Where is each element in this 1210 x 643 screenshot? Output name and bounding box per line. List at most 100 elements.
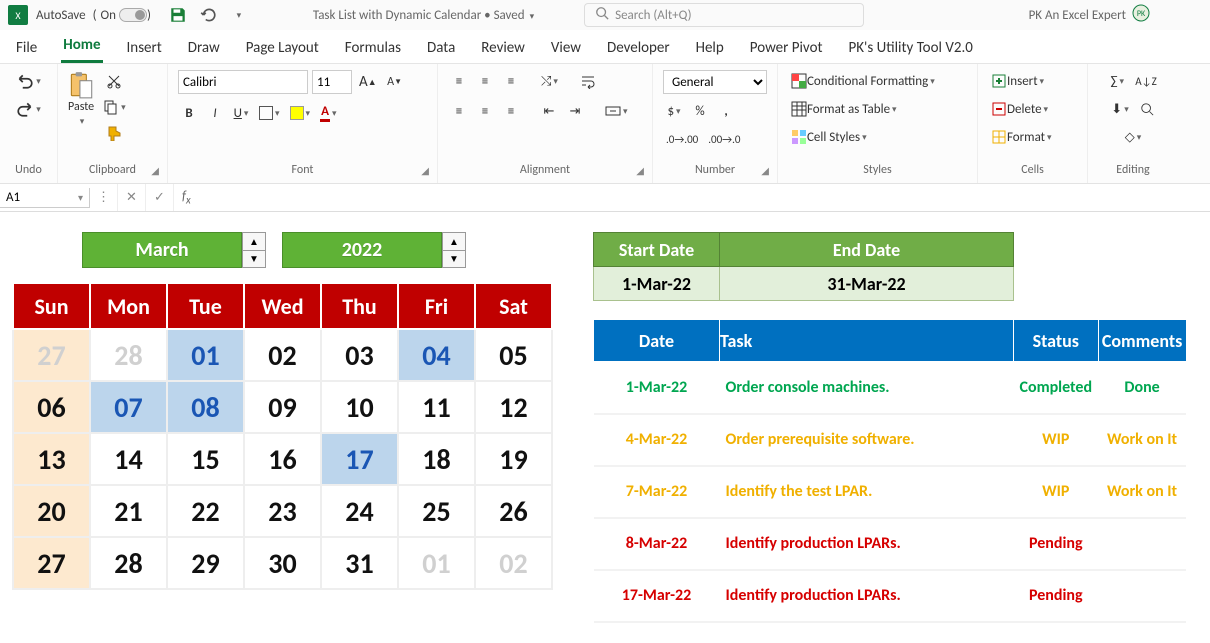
- save-icon[interactable]: [169, 6, 187, 24]
- format-as-table-button[interactable]: Format as Table: [788, 98, 900, 120]
- tab-formulas[interactable]: Formulas: [343, 33, 403, 63]
- find-select-button[interactable]: [1136, 98, 1158, 120]
- calendar-cell[interactable]: 22: [167, 485, 244, 537]
- tab-home[interactable]: Home: [61, 30, 102, 63]
- document-title[interactable]: Task List with Dynamic Calendar • Saved: [313, 8, 534, 23]
- font-size-select[interactable]: [312, 70, 352, 94]
- table-row[interactable]: 8-Mar-22Identify production LPARs.Pendin…: [594, 518, 1187, 570]
- calendar-cell[interactable]: 17: [321, 433, 398, 485]
- table-row[interactable]: 4-Mar-22Order prerequisite software.WIPW…: [594, 414, 1187, 466]
- tab-view[interactable]: View: [549, 33, 583, 63]
- sort-filter-button[interactable]: A↓Z: [1132, 70, 1159, 92]
- align-top-button[interactable]: ≡: [448, 70, 470, 92]
- task-cell[interactable]: Order console machines.: [720, 362, 1014, 414]
- calendar-cell[interactable]: 24: [321, 485, 398, 537]
- undo-button[interactable]: [13, 70, 44, 92]
- calendar-cell[interactable]: 02: [475, 537, 552, 589]
- formula-bar-buttons[interactable]: ⋮: [90, 184, 118, 211]
- calendar-cell[interactable]: 27: [13, 329, 90, 381]
- fill-button[interactable]: ⬇: [1108, 98, 1131, 120]
- enter-icon[interactable]: ✓: [146, 184, 174, 211]
- align-right-button[interactable]: ≡: [500, 100, 522, 122]
- calendar-cell[interactable]: 15: [167, 433, 244, 485]
- calendar-grid[interactable]: SunMonTueWedThuFriSat2728010203040506070…: [12, 282, 553, 590]
- task-cell[interactable]: WIP: [1014, 466, 1099, 518]
- increase-indent-button[interactable]: ⇥: [564, 100, 586, 122]
- tab-developer[interactable]: Developer: [605, 33, 672, 63]
- tab-draw[interactable]: Draw: [186, 33, 222, 63]
- task-cell[interactable]: 7-Mar-22: [594, 466, 720, 518]
- calendar-cell[interactable]: 26: [475, 485, 552, 537]
- tab-pk-s-utility-tool-v2-0[interactable]: PK's Utility Tool V2.0: [847, 33, 975, 63]
- date-range-table[interactable]: Start DateEnd Date 1-Mar-2231-Mar-22: [593, 232, 1014, 301]
- merge-center-button[interactable]: [602, 100, 631, 122]
- calendar-cell[interactable]: 23: [244, 485, 321, 537]
- task-cell[interactable]: 8-Mar-22: [594, 518, 720, 570]
- align-left-button[interactable]: ≡: [448, 100, 470, 122]
- task-table[interactable]: DateTaskStatusComments1-Mar-22Order cons…: [593, 319, 1187, 623]
- calendar-cell[interactable]: 27: [13, 537, 90, 589]
- align-middle-button[interactable]: ≡: [474, 70, 496, 92]
- task-cell[interactable]: 1-Mar-22: [594, 362, 720, 414]
- calendar-cell[interactable]: 11: [398, 381, 475, 433]
- spinner-up-icon[interactable]: ▲: [243, 233, 265, 251]
- calendar-cell[interactable]: 30: [244, 537, 321, 589]
- task-cell[interactable]: Work on It: [1098, 466, 1186, 518]
- cell-styles-button[interactable]: Cell Styles: [788, 126, 870, 148]
- dialog-launcher-icon[interactable]: ◢: [761, 164, 769, 177]
- fill-color-button[interactable]: [287, 102, 314, 124]
- start-date-cell[interactable]: 1-Mar-22: [594, 267, 720, 301]
- increase-decimal-button[interactable]: .0→.00: [663, 128, 701, 150]
- calendar-cell[interactable]: 16: [244, 433, 321, 485]
- calendar-cell[interactable]: 12: [475, 381, 552, 433]
- task-cell[interactable]: Pending: [1014, 518, 1099, 570]
- calendar-cell[interactable]: 21: [90, 485, 167, 537]
- calendar-cell[interactable]: 03: [321, 329, 398, 381]
- autosum-button[interactable]: ∑: [1106, 70, 1128, 92]
- calendar-cell[interactable]: 18: [398, 433, 475, 485]
- italic-button[interactable]: I: [204, 102, 226, 124]
- dialog-launcher-icon[interactable]: ◢: [151, 164, 159, 177]
- clear-button[interactable]: ◇: [1122, 126, 1145, 148]
- calendar-cell[interactable]: 08: [167, 381, 244, 433]
- decrease-indent-button[interactable]: ⇤: [538, 100, 560, 122]
- cut-button[interactable]: [103, 70, 125, 92]
- calendar-cell[interactable]: 05: [475, 329, 552, 381]
- conditional-formatting-button[interactable]: Conditional Formatting: [788, 70, 938, 92]
- task-cell[interactable]: WIP: [1014, 414, 1099, 466]
- calendar-cell[interactable]: 19: [475, 433, 552, 485]
- autosave-switch-icon[interactable]: [119, 8, 147, 22]
- decrease-font-button[interactable]: A▼: [384, 71, 406, 93]
- search-box[interactable]: Search (Alt+Q): [584, 3, 864, 27]
- tab-file[interactable]: File: [14, 33, 39, 63]
- task-cell[interactable]: 17-Mar-22: [594, 570, 720, 622]
- copy-button[interactable]: [100, 96, 129, 118]
- table-row[interactable]: 1-Mar-22Order console machines.Completed…: [594, 362, 1187, 414]
- task-cell[interactable]: Work on It: [1098, 414, 1186, 466]
- calendar-cell[interactable]: 28: [90, 329, 167, 381]
- calendar-cell[interactable]: 10: [321, 381, 398, 433]
- font-color-button[interactable]: A: [317, 102, 339, 124]
- calendar-cell[interactable]: 29: [167, 537, 244, 589]
- task-cell[interactable]: 4-Mar-22: [594, 414, 720, 466]
- delete-cells-button[interactable]: Delete: [988, 98, 1051, 120]
- calendar-cell[interactable]: 13: [13, 433, 90, 485]
- task-cell[interactable]: Pending: [1014, 570, 1099, 622]
- wrap-text-button[interactable]: [577, 70, 599, 92]
- task-cell[interactable]: Identify production LPARs.: [720, 518, 1014, 570]
- tab-insert[interactable]: Insert: [125, 33, 164, 63]
- year-spinner[interactable]: ▲▼: [442, 232, 466, 268]
- percent-button[interactable]: %: [689, 100, 711, 122]
- qat-customize-icon[interactable]: [229, 6, 247, 24]
- calendar-cell[interactable]: 31: [321, 537, 398, 589]
- decrease-decimal-button[interactable]: .00→.0: [705, 128, 743, 150]
- calendar-cell[interactable]: 01: [398, 537, 475, 589]
- task-cell[interactable]: Order prerequisite software.: [720, 414, 1014, 466]
- calendar-cell[interactable]: 25: [398, 485, 475, 537]
- task-cell[interactable]: [1098, 570, 1186, 622]
- calendar-cell[interactable]: 02: [244, 329, 321, 381]
- tab-help[interactable]: Help: [694, 33, 726, 63]
- increase-font-button[interactable]: A▲: [356, 71, 380, 93]
- dialog-launcher-icon[interactable]: ◢: [421, 164, 429, 177]
- user-account[interactable]: PK An Excel Expert PK: [1029, 4, 1150, 26]
